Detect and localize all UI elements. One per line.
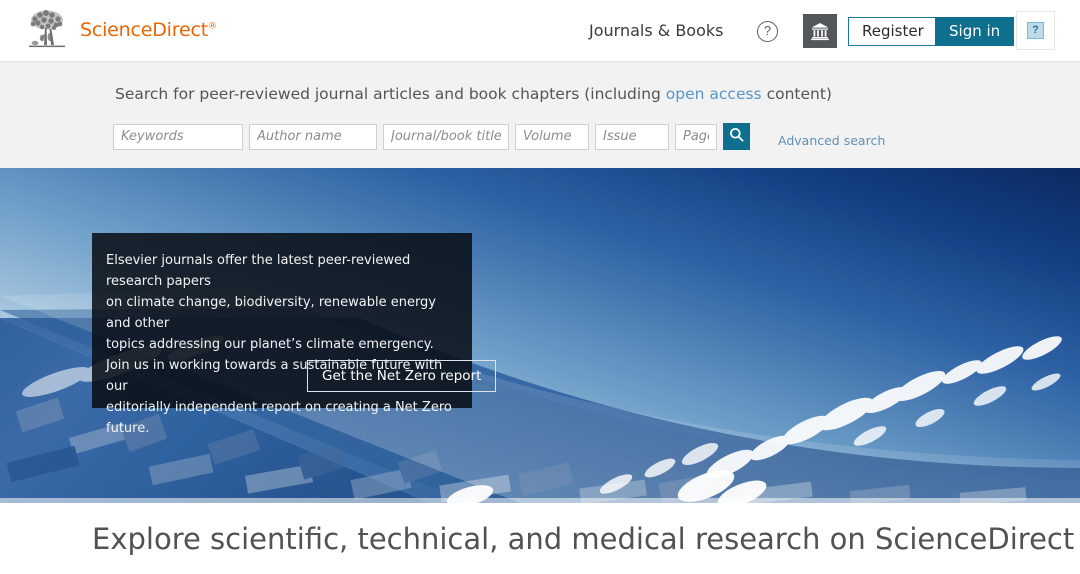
explore-heading: Explore scientific, technical, and medic…	[92, 522, 1074, 556]
tagline-text-after: content)	[762, 85, 832, 103]
net-zero-promo-panel: Elsevier journals offer the latest peer-…	[92, 233, 472, 408]
institution-icon	[810, 21, 830, 41]
institution-button[interactable]	[803, 14, 837, 48]
search-form: Advanced search	[113, 123, 885, 150]
volume-input[interactable]	[515, 124, 589, 150]
hero-banner: Elsevier journals offer the latest peer-…	[0, 168, 1080, 503]
sign-in-button[interactable]: Sign in	[935, 17, 1014, 46]
advanced-search-link[interactable]: Advanced search	[778, 133, 885, 148]
promo-line-2: on climate change, biodiversity, renewab…	[106, 292, 452, 334]
promo-line-3: topics addressing our planet’s climate e…	[106, 334, 452, 355]
keywords-input[interactable]	[113, 124, 243, 150]
search-tagline: Search for peer-reviewed journal article…	[115, 85, 832, 103]
register-button[interactable]: Register	[848, 17, 938, 46]
author-name-input[interactable]	[249, 124, 377, 150]
get-net-zero-report-button[interactable]: Get the Net Zero report	[307, 360, 496, 392]
help-widget-button[interactable]: ?	[1016, 11, 1055, 50]
search-submit-button[interactable]	[723, 123, 750, 150]
brand-name: ScienceDirect®	[80, 19, 217, 41]
elsevier-tree-icon	[24, 7, 70, 53]
page-input[interactable]	[675, 124, 717, 150]
nav-journals-and-books[interactable]: Journals & Books	[589, 21, 723, 40]
issue-input[interactable]	[595, 124, 669, 150]
site-header: ScienceDirect® Journals & Books ? Regist…	[0, 0, 1080, 62]
brand-logo[interactable]: ScienceDirect®	[24, 7, 217, 53]
search-icon	[729, 127, 744, 147]
promo-line-1: Elsevier journals offer the latest peer-…	[106, 250, 452, 292]
open-access-link[interactable]: open access	[666, 85, 762, 103]
help-question-icon[interactable]: ?	[757, 21, 778, 42]
help-widget-icon: ?	[1027, 22, 1044, 39]
promo-line-5: editorially independent report on creati…	[106, 397, 452, 439]
search-band: Search for peer-reviewed journal article…	[0, 62, 1080, 168]
brand-trademark: ®	[208, 22, 217, 32]
sciencedirect-homepage: ScienceDirect® Journals & Books ? Regist…	[0, 0, 1080, 574]
journal-book-title-input[interactable]	[383, 124, 509, 150]
tagline-text-before: Search for peer-reviewed journal article…	[115, 85, 666, 103]
